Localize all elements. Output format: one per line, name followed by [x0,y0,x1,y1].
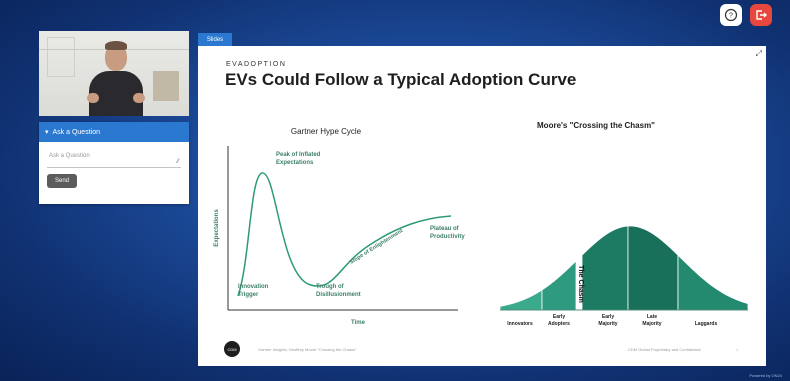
chasm-segment [581,225,629,311]
question-placeholder: Ask a Question [49,153,90,159]
question-input[interactable]: Ask a Question ⁄⁄ [47,150,181,168]
chasm-segment-label: Majority [598,321,617,327]
hype-y-label: Expectations [214,209,220,247]
hype-label-plateau-1: Plateau of [430,226,460,232]
hype-label-plateau-2: Productivity [430,234,465,240]
qa-panel: ▾ Ask a Question Ask a Question ⁄⁄ Send [39,122,189,204]
qa-header[interactable]: ▾ Ask a Question [39,122,189,142]
chasm-segment-label: Innovators [507,321,533,327]
footer-source: Gartner Insights; Geoffrey Moore "Crossi… [258,347,357,352]
chasm-chart: InnovatorsEarlyAdoptersEarlyMajorityLate… [499,225,749,327]
chasm-segment [499,289,543,311]
cdm-logo: CDM [224,341,240,357]
hype-x-label: Time [351,320,366,326]
hype-title: Gartner Hype Cycle [291,127,362,136]
chasm-segment-label: Early [602,314,614,320]
top-toolbar: ? [720,4,772,26]
help-icon[interactable]: ? [720,4,742,26]
hype-curve [237,172,452,297]
chasm-segment [627,225,679,311]
chasm-label: The Chasm [577,265,584,303]
hype-label-trough-2: Disillusionment [316,292,361,298]
chasm-segment [677,254,749,311]
resize-handle-icon[interactable]: ⁄⁄ [177,159,179,165]
help-glyph: ? [729,13,733,20]
presenter-video [39,31,189,116]
hype-label-slope: Slope of Enlightenment [349,228,404,266]
chasm-segment-label: Laggards [695,321,718,327]
exit-icon[interactable] [750,4,772,26]
qa-header-label: Ask a Question [52,128,100,136]
corner-mark-icon: ⌟ [735,346,738,352]
chasm-title: Moore's "Crossing the Chasm" [537,121,655,130]
hype-label-trigger-2: Trigger [238,292,259,298]
chasm-segment-label: Majority [642,321,661,327]
hype-label-peak-1: Peak of Inflated [276,152,321,158]
chasm-segment-label: Early [553,314,565,320]
hype-label-trigger-1: Innovation [238,284,269,290]
hype-label-peak-2: Expectations [276,160,314,166]
slide-charts: Gartner Hype Cycle Expectations Time Pea… [214,121,749,327]
chevron-down-icon: ▾ [45,129,49,136]
powered-by: Powered by ON24 [749,373,782,378]
chasm-segment [541,260,577,311]
tab-slides[interactable]: Slides [198,33,232,46]
slide-canvas: ⤢ EVADOPTION EVs Could Follow a Typical … [198,46,766,366]
hype-label-trough-1: Trough of [316,284,345,290]
chasm-segment-label: Adopters [548,321,570,327]
chasm-segment-label: Late [647,314,658,320]
footer-confidential: CDM Global Proprietary and Confidential [628,347,701,352]
send-button[interactable]: Send [47,174,77,188]
